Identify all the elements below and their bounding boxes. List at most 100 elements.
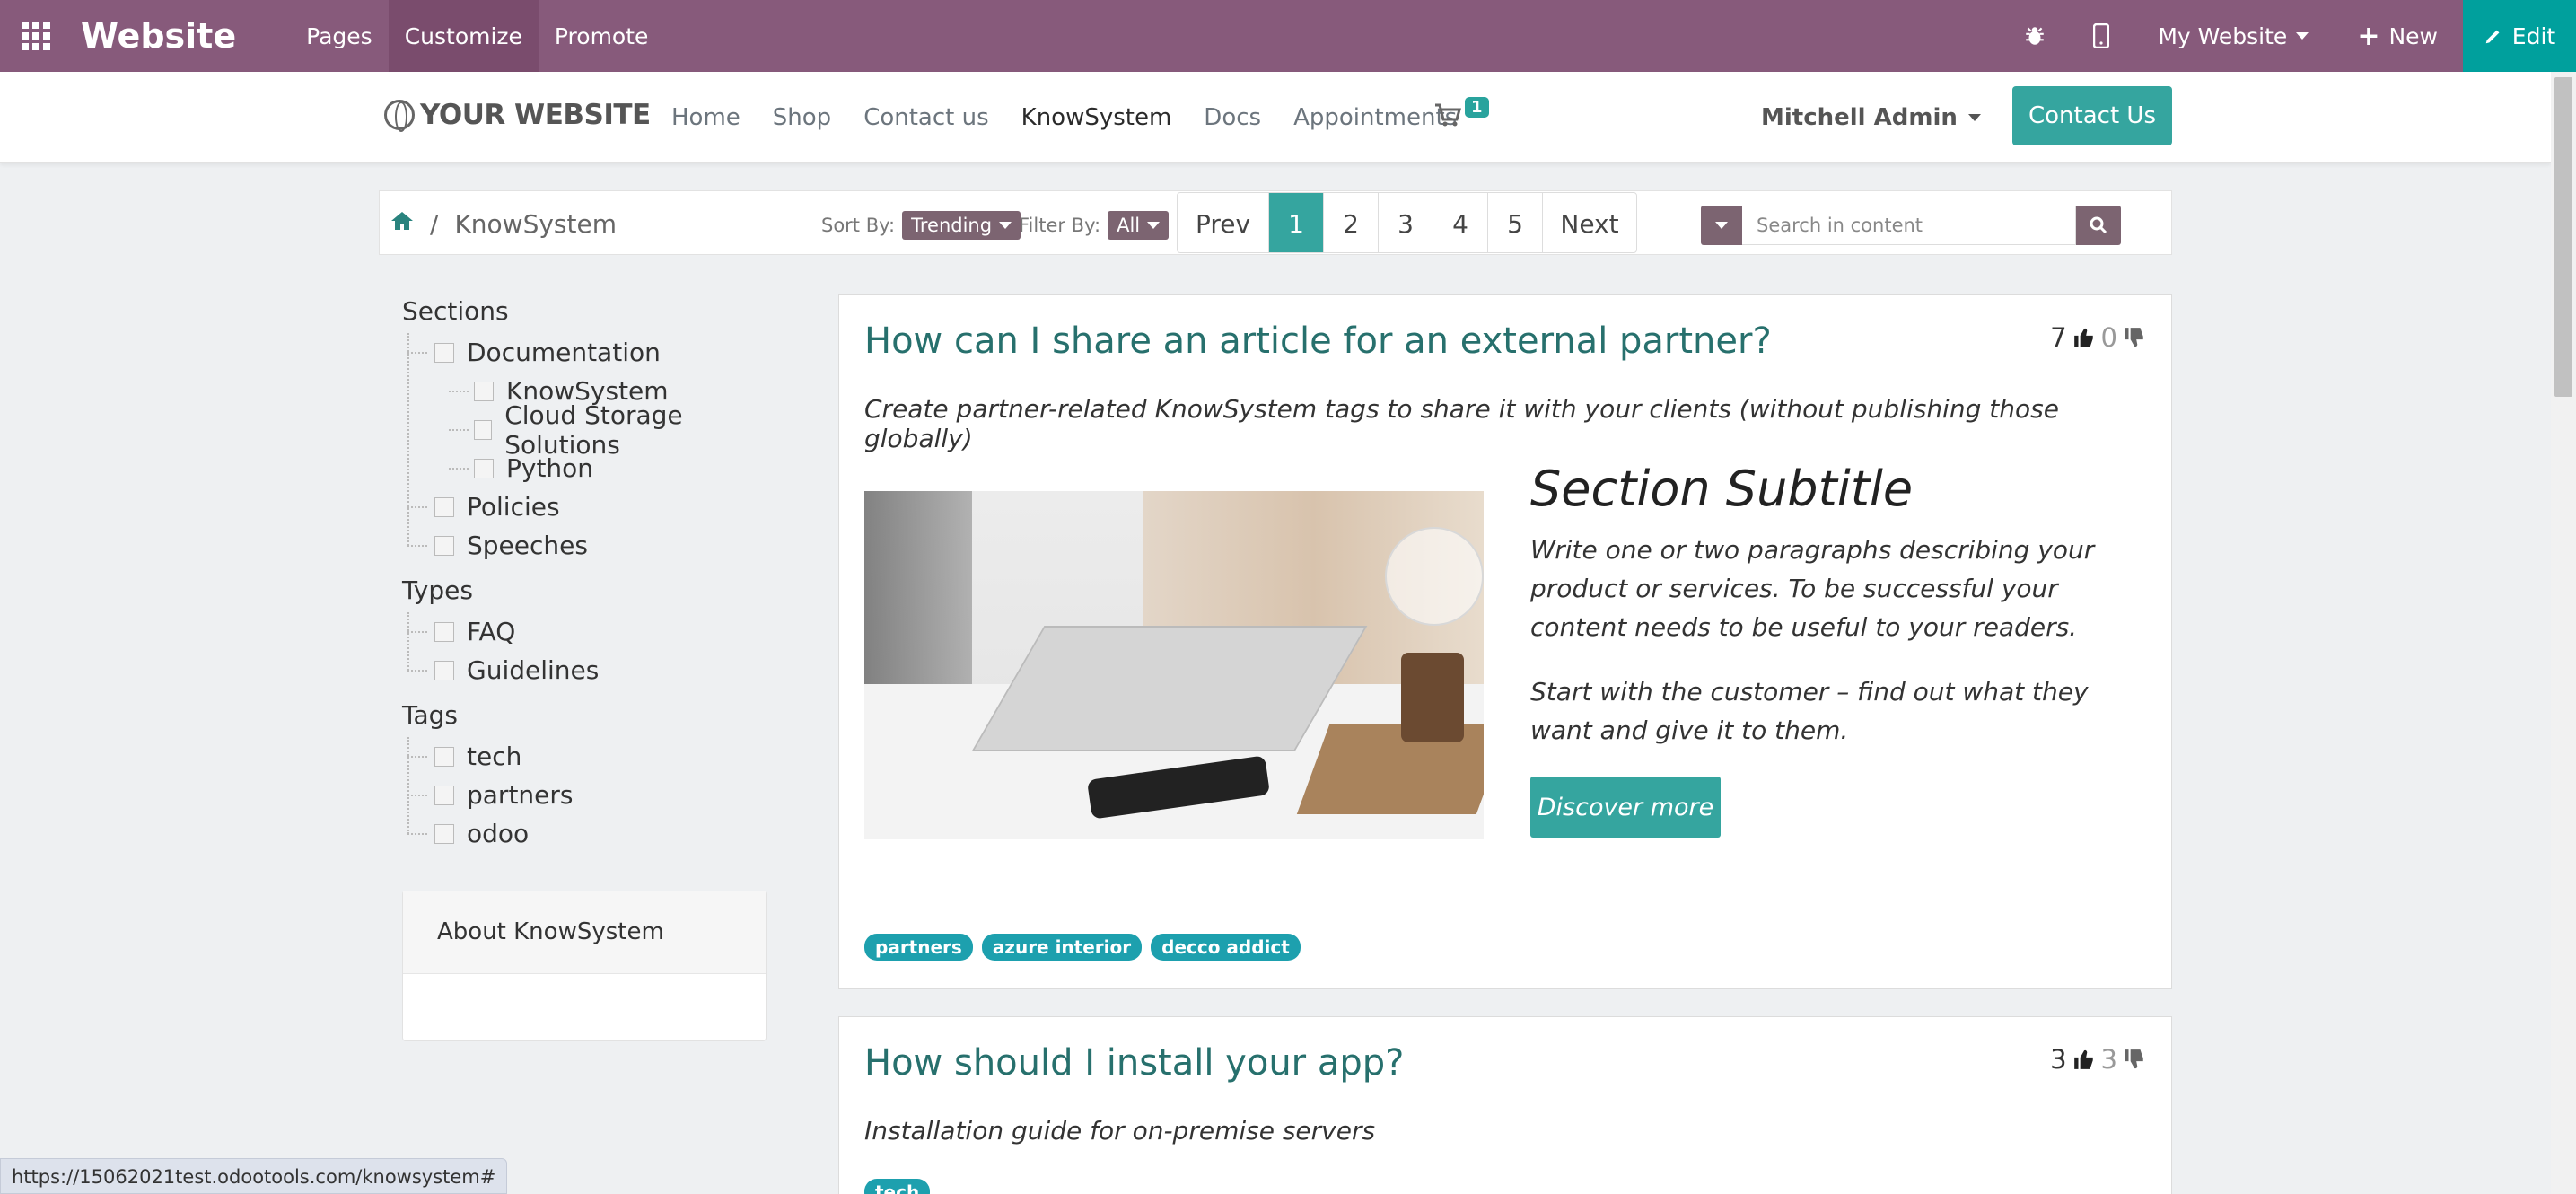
discover-more-button[interactable]: Discover more (1530, 777, 1721, 838)
home-icon[interactable] (390, 210, 414, 238)
section-label: Documentation (467, 338, 661, 367)
tag-tech[interactable]: tech (407, 737, 779, 776)
nav-knowsystem[interactable]: KnowSystem (1021, 104, 1172, 131)
sort-value: Trending (911, 215, 993, 236)
tag-label: tech (467, 742, 522, 771)
sort-label: Sort By: (821, 215, 896, 236)
new-button[interactable]: + New (2332, 21, 2463, 52)
search-options-dropdown[interactable] (1701, 206, 1742, 245)
tag-badge[interactable]: tech (864, 1179, 931, 1194)
section-subtitle: Section Subtitle (1530, 461, 1914, 517)
pager-page-4[interactable]: 4 (1433, 193, 1488, 252)
tag-badge[interactable]: azure interior (981, 934, 1143, 961)
checkbox[interactable] (474, 458, 494, 478)
about-title: About KnowSystem (403, 891, 766, 974)
search-icon[interactable] (2076, 206, 2121, 245)
filter-dropdown[interactable]: All (1108, 211, 1170, 240)
user-menu[interactable]: Mitchell Admin (1761, 104, 1981, 131)
likes-count: 7 (2050, 322, 2067, 353)
cart-count-badge: 1 (1465, 97, 1489, 118)
article-tags: tech (864, 1179, 931, 1194)
menu-promote[interactable]: Promote (539, 0, 665, 72)
checkbox[interactable] (434, 823, 454, 844)
type-faq[interactable]: FAQ (407, 612, 779, 651)
chevron-down-icon (1715, 222, 1728, 229)
site-logo[interactable]: YOUR WEBSITE (384, 99, 651, 132)
checkbox[interactable] (474, 419, 493, 440)
sections-title: Sections (402, 296, 509, 326)
pager-page-5[interactable]: 5 (1488, 193, 1543, 252)
menu-pages[interactable]: Pages (290, 0, 389, 72)
types-title: Types (402, 575, 473, 605)
checkbox[interactable] (434, 621, 454, 642)
logo-text: YOUR WEBSITE (420, 99, 651, 131)
thumbs-up-icon[interactable] (2072, 326, 2096, 349)
nav-appointments[interactable]: Appointments (1293, 104, 1457, 131)
checkbox[interactable] (434, 496, 454, 517)
paragraph-2: Start with the customer – find out what … (1530, 677, 2089, 745)
nav-docs[interactable]: Docs (1204, 104, 1261, 131)
article-votes: 7 0 (2050, 322, 2146, 353)
pager-page-2[interactable]: 2 (1324, 193, 1379, 252)
tag-odoo[interactable]: odoo (407, 814, 779, 853)
checkbox[interactable] (434, 746, 454, 767)
filter-by: Filter By: All (1019, 211, 1170, 240)
checkbox[interactable] (474, 381, 494, 401)
pencil-icon (2485, 30, 2500, 44)
bug-icon[interactable] (2002, 0, 2068, 72)
chevron-down-icon (1967, 114, 1981, 121)
article-title[interactable]: How can I share an article for an extern… (864, 320, 1772, 362)
chevron-down-icon (2296, 32, 2309, 40)
thumbs-down-icon[interactable] (2123, 326, 2146, 349)
nav-home[interactable]: Home (671, 104, 740, 131)
article-description: Create partner-related KnowSystem tags t… (864, 394, 2059, 453)
main-nav: Home Shop Contact us KnowSystem Docs App… (671, 104, 1489, 131)
contact-us-button[interactable]: Contact Us (2012, 86, 2172, 145)
nav-contact-us[interactable]: Contact us (863, 104, 988, 131)
checkbox[interactable] (434, 535, 454, 556)
type-guidelines[interactable]: Guidelines (407, 651, 779, 689)
mobile-preview-icon[interactable] (2068, 0, 2134, 72)
laptop-desk-image (864, 491, 1484, 839)
tag-badge[interactable]: decco addict (1151, 934, 1301, 961)
page-scrollbar[interactable] (2551, 72, 2576, 1194)
search-input[interactable]: Search in content (1742, 206, 2076, 245)
article-title[interactable]: How should I install your app? (864, 1042, 1404, 1084)
section-documentation[interactable]: Documentation (407, 333, 779, 372)
checkbox[interactable] (434, 342, 454, 363)
sort-dropdown[interactable]: Trending (902, 211, 1021, 240)
edit-button[interactable]: Edit (2463, 0, 2576, 72)
website-header: YOUR WEBSITE Home Shop Contact us KnowSy… (0, 72, 2551, 163)
thumbs-up-icon[interactable] (2072, 1048, 2096, 1071)
pager-prev[interactable]: Prev (1178, 193, 1269, 252)
article-description: Installation guide for on-premise server… (864, 1116, 1376, 1146)
section-policies[interactable]: Policies (407, 487, 779, 526)
website-switcher[interactable]: My Website (2134, 23, 2332, 49)
globe-icon (384, 100, 415, 132)
chevron-down-icon (1147, 222, 1161, 229)
article-card: How can I share an article for an extern… (838, 294, 2172, 989)
sections-tree: Documentation KnowSystem Cloud Storage S… (407, 333, 779, 565)
section-speeches[interactable]: Speeches (407, 526, 779, 565)
section-cloud-storage-solutions[interactable]: Cloud Storage Solutions (420, 400, 779, 460)
pager-page-3[interactable]: 3 (1379, 193, 1433, 252)
checkbox[interactable] (434, 785, 454, 805)
pager-page-1[interactable]: 1 (1269, 193, 1324, 252)
section-label: Python (506, 453, 594, 483)
filter-label: Filter By: (1019, 215, 1101, 236)
link-status-url: https://15062021test.odootools.com/knows… (0, 1158, 508, 1194)
cart-icon[interactable] (1434, 102, 1461, 134)
section-python[interactable]: Python (420, 449, 779, 487)
tag-partners[interactable]: partners (407, 776, 779, 814)
pager-next[interactable]: Next (1543, 193, 1636, 252)
menu-customize[interactable]: Customize (388, 0, 539, 72)
checkbox[interactable] (434, 660, 454, 680)
thumbs-down-icon[interactable] (2123, 1048, 2146, 1071)
nav-shop[interactable]: Shop (773, 104, 831, 131)
likes-count: 3 (2050, 1044, 2067, 1075)
pagination: Prev 1 2 3 4 5 Next (1177, 192, 1637, 253)
scrollbar-thumb[interactable] (2554, 77, 2572, 397)
plus-icon: + (2357, 20, 2380, 52)
apps-grid-icon[interactable] (0, 0, 72, 72)
tag-badge[interactable]: partners (864, 934, 973, 961)
